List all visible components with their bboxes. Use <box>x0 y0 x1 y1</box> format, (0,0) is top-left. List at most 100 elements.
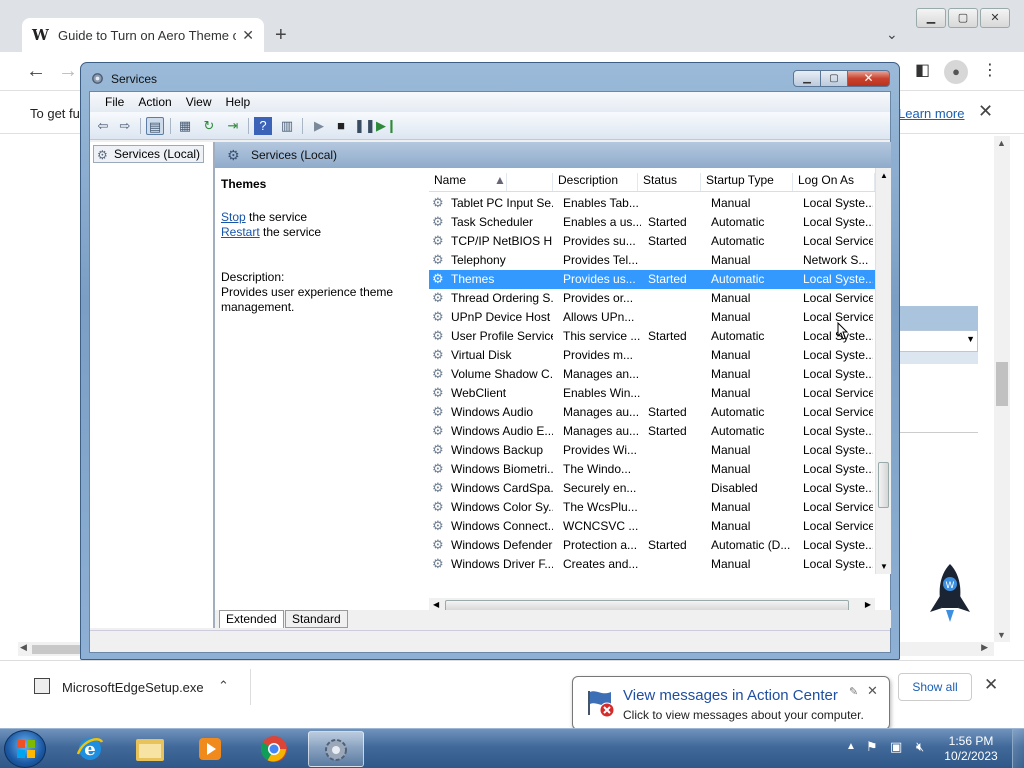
table-row[interactable]: ⚙ Windows Connect... WCNCSVC ... Manual Loca… <box>429 517 875 536</box>
column-header-description[interactable]: Description <box>553 173 638 191</box>
table-row[interactable]: ⚙ Volume Shadow C... Manages an... Manual Lo… <box>429 365 875 384</box>
start-button[interactable] <box>4 730 46 768</box>
stop-link[interactable]: Stop <box>221 210 246 224</box>
table-row[interactable]: ⚙ Windows Defender Protection a... Started A… <box>429 536 875 555</box>
table-row[interactable]: ⚙ Windows Driver F... Creates and... Manual… <box>429 555 875 574</box>
column-header-status[interactable]: Status <box>638 173 701 191</box>
maximize-button[interactable]: ▢ <box>948 8 978 28</box>
close-button[interactable]: ✕ <box>848 70 890 87</box>
scroll-up-icon[interactable]: ▲ <box>880 171 888 180</box>
show-tree-icon[interactable]: ▤ <box>146 117 164 135</box>
scroll-right-icon[interactable]: ▶ <box>865 600 871 609</box>
back-arrow-icon[interactable]: ⇦ <box>94 117 112 135</box>
page-vertical-scrollbar[interactable]: ▲ ▼ <box>994 136 1010 642</box>
tab-extended[interactable]: Extended <box>219 610 284 628</box>
table-row[interactable]: ⚙ Thread Ordering S... Provides or... Manua… <box>429 289 875 308</box>
taskbar-ie[interactable]: e <box>62 731 118 767</box>
tree-item-services-local[interactable]: ⚙ Services (Local) <box>93 145 205 163</box>
list-vertical-scrollbar[interactable]: ▲ ▼ <box>875 168 891 574</box>
scroll-up-icon[interactable]: ▲ <box>997 138 1006 148</box>
show-all-button[interactable]: Show all <box>898 673 972 701</box>
close-download-bar-icon[interactable]: ✕ <box>984 675 998 695</box>
table-row[interactable]: ⚙ WebClient Enables Win... Manual Local Serv… <box>429 384 875 403</box>
scroll-left-icon[interactable]: ◀ <box>433 600 439 609</box>
new-tab-button[interactable]: + <box>275 24 287 47</box>
pause-service-icon[interactable]: ❚❚ <box>354 117 376 135</box>
properties-icon[interactable]: ▦ <box>176 117 194 135</box>
menu-dots-icon[interactable]: ⋮ <box>982 60 998 80</box>
table-row[interactable]: ⚙ Task Scheduler Enables a us... Started Aut… <box>429 213 875 232</box>
network-icon[interactable]: ▣ <box>890 739 902 755</box>
column-header-log-on-as[interactable]: Log On As <box>793 173 875 191</box>
cell-log-on-as: Local Syste... <box>803 557 873 571</box>
browser-tab[interactable]: W Guide to Turn on Aero Theme on ✕ <box>22 18 264 52</box>
table-row[interactable]: ⚙ Windows CardSpa... Securely en... Disable… <box>429 479 875 498</box>
profile-avatar-icon[interactable]: ● <box>944 60 968 84</box>
scroll-left-icon[interactable]: ◀ <box>20 642 27 653</box>
menu-view[interactable]: View <box>179 92 219 112</box>
taskbar-chrome[interactable] <box>246 731 302 767</box>
menu-action[interactable]: Action <box>131 92 178 112</box>
pin-icon[interactable]: ✎ <box>849 685 858 698</box>
cell-log-on-as: Local Syste... <box>803 481 873 495</box>
table-row[interactable]: ⚙ Windows Backup Provides Wi... Manual Local… <box>429 441 875 460</box>
cell-startup-type: Manual <box>711 386 751 400</box>
menu-help[interactable]: Help <box>219 92 258 112</box>
export-list-icon[interactable]: ⇥ <box>224 117 242 135</box>
scroll-right-icon[interactable]: ▶ <box>981 642 988 653</box>
taskbar-explorer[interactable] <box>122 731 178 767</box>
tab-search-chevron-icon[interactable]: ⌄ <box>886 26 898 43</box>
menu-file[interactable]: File <box>98 92 131 112</box>
restart-link[interactable]: Restart <box>221 225 260 239</box>
page-dropdown[interactable]: ▼ <box>898 330 978 352</box>
show-hidden-icons-icon[interactable]: ▲ <box>846 741 856 752</box>
download-filename[interactable]: MicrosoftEdgeSetup.exe <box>62 680 204 695</box>
learn-more-link[interactable]: Learn more <box>898 106 964 121</box>
table-row[interactable]: ⚙ Windows Color Sy... The WcsPlu... Manual L… <box>429 498 875 517</box>
table-row[interactable]: ⚙ Windows Biometri... The Windo... Manual Lo… <box>429 460 875 479</box>
maximize-button[interactable]: ▢ <box>821 70 848 87</box>
minimize-button[interactable]: ▁ <box>916 8 946 28</box>
table-row[interactable]: ⚙ Telephony Provides Tel... Manual Network S… <box>429 251 875 270</box>
table-row[interactable]: ⚙ Windows Audio E... Manages au... Started A… <box>429 422 875 441</box>
table-row[interactable]: ⚙ Tablet PC Input Se... Enables Tab... Manu… <box>429 194 875 213</box>
close-tab-icon[interactable]: ✕ <box>242 27 254 44</box>
scroll-down-icon[interactable]: ▼ <box>997 630 1006 640</box>
table-row[interactable]: ⚙ User Profile Service This service ... Sta… <box>429 327 875 346</box>
stop-service-icon[interactable]: ■ <box>332 117 350 135</box>
chevron-up-icon[interactable]: ⌃ <box>218 678 229 694</box>
side-panel-icon[interactable]: ◧ <box>915 60 930 80</box>
minimize-button[interactable]: ▁ <box>793 70 821 87</box>
balloon-title[interactable]: View messages in Action Center <box>623 687 838 704</box>
forward-arrow-icon[interactable]: ⇨ <box>116 117 134 135</box>
action-center-balloon[interactable]: View messages in Action Center Click to … <box>572 676 890 741</box>
action-pane-icon[interactable]: ▥ <box>278 117 296 135</box>
start-service-icon[interactable]: ▶ <box>310 117 328 135</box>
table-row[interactable]: ⚙ TCP/IP NetBIOS H... Provides su... Starte… <box>429 232 875 251</box>
close-infobar-icon[interactable]: ✕ <box>978 101 993 122</box>
close-button[interactable]: ✕ <box>980 8 1010 28</box>
rocket-icon[interactable]: W <box>928 562 972 624</box>
scroll-down-icon[interactable]: ▼ <box>880 562 888 571</box>
description-label: Description: <box>221 270 285 284</box>
taskbar-services[interactable] <box>308 731 364 767</box>
back-arrow-icon[interactable]: ← <box>26 60 46 83</box>
table-row[interactable]: ⚙ Themes Provides us... Started Automatic Loc… <box>429 270 875 289</box>
volume-muted-icon[interactable]: 🔇︎ <box>916 739 924 755</box>
column-header-startup-type[interactable]: Startup Type <box>701 173 793 191</box>
refresh-icon[interactable]: ↻ <box>200 117 218 135</box>
show-desktop-button[interactable] <box>1012 729 1024 768</box>
clock[interactable]: 1:56 PM 10/2/2023 <box>936 734 1006 764</box>
forward-arrow-icon[interactable]: → <box>58 60 78 83</box>
close-balloon-icon[interactable]: ✕ <box>867 683 878 699</box>
table-row[interactable]: ⚙ Virtual Disk Provides m... Manual Local Sy… <box>429 346 875 365</box>
table-row[interactable]: ⚙ UPnP Device Host Allows UPn... Manual Loca… <box>429 308 875 327</box>
help-icon[interactable]: ? <box>254 117 272 135</box>
taskbar-media-player[interactable] <box>182 731 238 767</box>
table-row[interactable]: ⚙ Windows Audio Manages au... Started Automa… <box>429 403 875 422</box>
gear-icon: ⚙ <box>97 148 108 162</box>
action-center-icon[interactable]: ⚑ <box>866 739 878 755</box>
tab-standard[interactable]: Standard <box>285 610 348 628</box>
restart-service-icon[interactable]: ▶❙ <box>376 117 397 135</box>
cell-log-on-as: Local Syste... <box>803 348 873 362</box>
